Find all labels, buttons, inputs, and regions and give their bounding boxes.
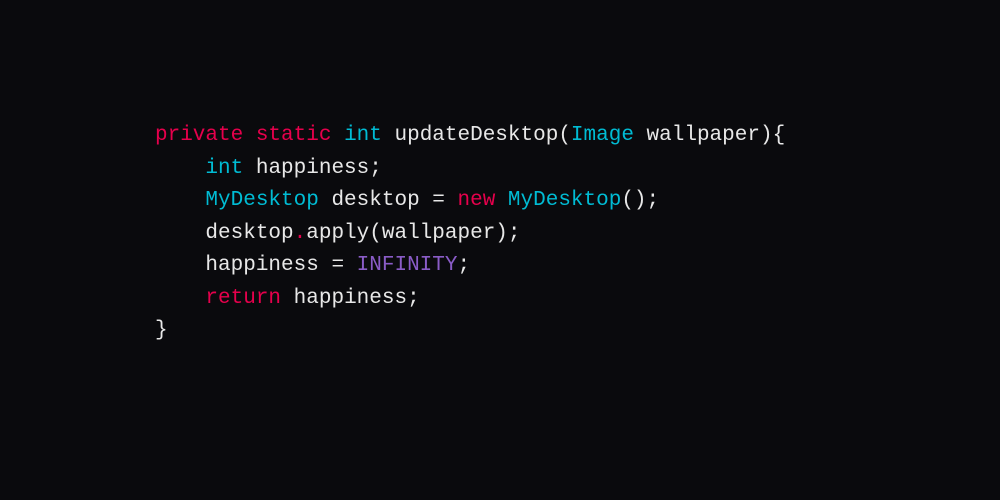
code-line-7: } [155,319,168,342]
var-happiness: happiness [205,254,318,277]
code-line-3: MyDesktop desktop = new MyDesktop(); [155,189,659,212]
semicolon: ; [407,287,420,310]
keyword-static: static [256,124,332,147]
semicolon: ; [457,254,470,277]
code-line-2: int happiness; [155,157,382,180]
close-paren-semi: ); [495,222,520,245]
indent [155,287,205,310]
keyword-private: private [155,124,243,147]
close-paren-open-brace: ){ [760,124,785,147]
arg-wallpaper: wallpaper [382,222,495,245]
open-paren: ( [369,222,382,245]
code-line-1: private static int updateDesktop(Image w… [155,124,785,147]
param-type: Image [571,124,634,147]
semicolon: ; [369,157,382,180]
indent [155,254,205,277]
ctor-mydesktop: MyDesktop [508,189,621,212]
type-int: int [344,124,382,147]
indent [155,157,205,180]
indent [155,222,205,245]
keyword-new: new [457,189,495,212]
close-brace: } [155,319,168,342]
var-happiness: happiness [294,287,407,310]
keyword-return: return [205,287,281,310]
code-line-6: return happiness; [155,287,420,310]
method-apply: apply [306,222,369,245]
var-happiness: happiness [256,157,369,180]
code-line-4: desktop.apply(wallpaper); [155,222,521,245]
dot: . [294,222,307,245]
function-name: updateDesktop [394,124,558,147]
equals: = [420,189,458,212]
type-int: int [205,157,243,180]
equals: = [319,254,357,277]
open-paren: ( [558,124,571,147]
code-block: private static int updateDesktop(Image w… [0,0,1000,348]
obj-desktop: desktop [205,222,293,245]
parens-semi: (); [621,189,659,212]
param-name: wallpaper [647,124,760,147]
code-line-5: happiness = INFINITY; [155,254,470,277]
type-mydesktop: MyDesktop [205,189,318,212]
indent [155,189,205,212]
const-infinity: INFINITY [357,254,458,277]
var-desktop: desktop [331,189,419,212]
